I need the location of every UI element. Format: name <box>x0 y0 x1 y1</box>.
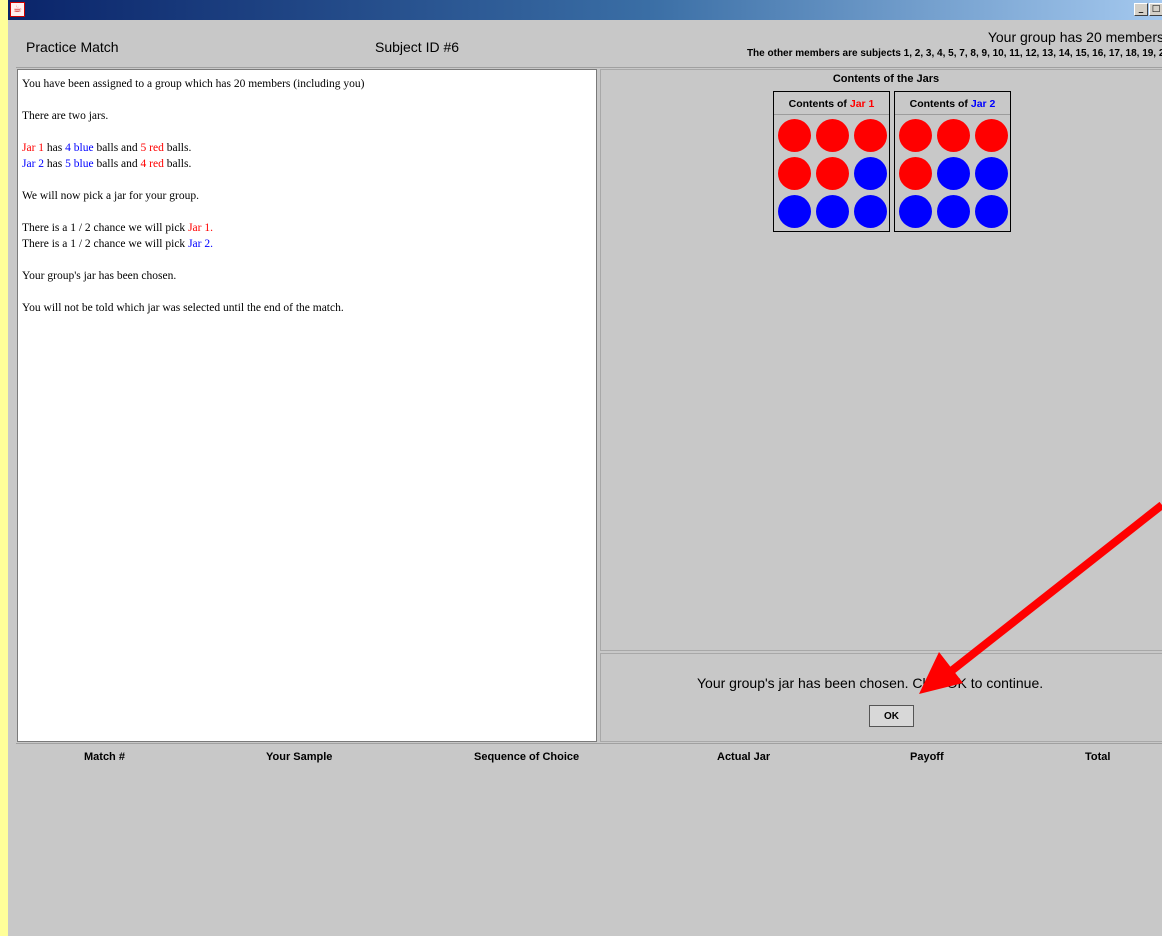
java-cup-icon: ☕ <box>10 2 25 17</box>
results-table: Match # Your Sample Sequence of Choice A… <box>16 743 1162 936</box>
log-line-chance2: There is a 1 / 2 chance we will pick Jar… <box>22 238 213 250</box>
blue-ball <box>854 195 887 228</box>
ok-button[interactable]: OK <box>869 705 914 727</box>
red-ball <box>854 119 887 152</box>
blue-ball <box>854 157 887 190</box>
page-title: Practice Match <box>26 39 119 55</box>
group-members-list: The other members are subjects 1, 2, 3, … <box>746 48 1162 59</box>
jar-contents-panel: Contents of the Jars Contents of Jar 1 C… <box>600 69 1162 651</box>
subject-id: Subject ID #6 <box>375 39 460 55</box>
message-log: You have been assigned to a group which … <box>17 69 597 742</box>
red-ball <box>937 119 970 152</box>
log-line: There are two jars. <box>22 110 109 122</box>
jar-2-label: Contents of Jar 2 <box>909 98 996 110</box>
column-header-total: Total <box>1085 751 1111 763</box>
prompt-message: Your group's jar has been chosen. Click … <box>697 675 1044 691</box>
log-line: You have been assigned to a group which … <box>22 78 365 90</box>
blue-ball <box>899 195 932 228</box>
group-size: Your group has 20 members <box>987 29 1162 45</box>
blue-ball <box>975 157 1008 190</box>
red-ball <box>975 119 1008 152</box>
red-ball <box>899 157 932 190</box>
log-line: Your group's jar has been chosen. <box>22 270 177 282</box>
jar-panel-title: Contents of the Jars <box>832 73 940 85</box>
application-window: ☕ _ □ Practice Match Subject ID #6 Your … <box>0 0 1162 936</box>
blue-ball <box>937 195 970 228</box>
log-line-jar1: Jar 1 has 4 blue balls and 5 red balls. <box>22 142 192 154</box>
red-ball <box>778 157 811 190</box>
column-header-your-sample: Your Sample <box>266 751 333 763</box>
red-ball <box>899 119 932 152</box>
jar-2: Contents of Jar 2 <box>894 91 1011 232</box>
blue-ball <box>816 195 849 228</box>
column-header-payoff: Payoff <box>910 751 944 763</box>
log-line-chance1: There is a 1 / 2 chance we will pick Jar… <box>22 222 213 234</box>
log-line: You will not be told which jar was selec… <box>22 302 344 314</box>
column-header-sequence: Sequence of Choice <box>474 751 580 763</box>
blue-ball <box>937 157 970 190</box>
red-ball <box>816 119 849 152</box>
column-header-match: Match # <box>84 751 125 763</box>
blue-ball <box>975 195 1008 228</box>
header-bar: Practice Match Subject ID #6 Your group … <box>16 20 1162 68</box>
prompt-panel: Your group's jar has been chosen. Click … <box>600 653 1162 742</box>
minimize-button[interactable]: _ <box>1134 3 1148 16</box>
jar-1: Contents of Jar 1 <box>773 91 890 232</box>
jar-1-label: Contents of Jar 1 <box>788 98 875 110</box>
column-header-actual-jar: Actual Jar <box>717 751 771 763</box>
title-bar: ☕ _ □ <box>8 0 1162 20</box>
red-ball <box>778 119 811 152</box>
blue-ball <box>778 195 811 228</box>
red-ball <box>816 157 849 190</box>
log-line: We will now pick a jar for your group. <box>22 190 199 202</box>
log-line-jar2: Jar 2 has 5 blue balls and 4 red balls. <box>22 158 192 170</box>
maximize-button[interactable]: □ <box>1149 3 1162 16</box>
